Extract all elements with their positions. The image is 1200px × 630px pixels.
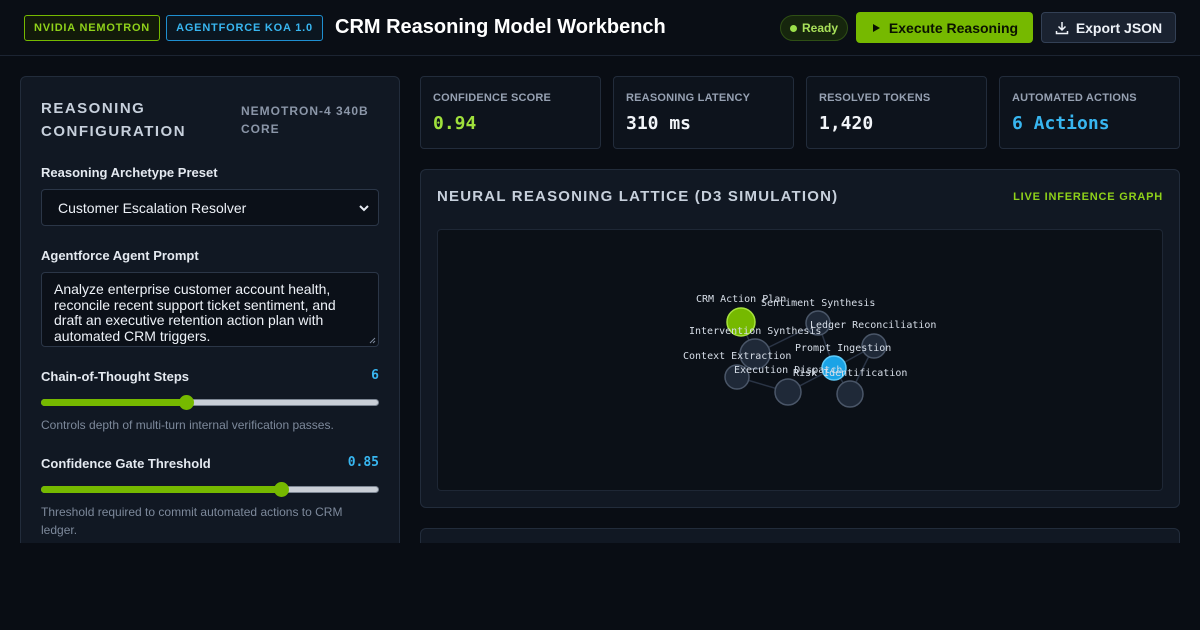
prompt-label: Agentforce Agent Prompt — [41, 248, 199, 263]
status-dot-icon — [789, 24, 797, 32]
metric-card-actions: AUTOMATED ACTIONS 6 Actions — [999, 76, 1180, 149]
status-badge: Ready — [780, 15, 848, 41]
chevron-down-icon — [359, 205, 369, 212]
preset-value: Customer Escalation Resolver — [58, 199, 247, 216]
metric-label: RESOLVED TOKENS — [819, 92, 931, 104]
slider-thumb[interactable] — [179, 395, 195, 410]
reasoning-configuration-panel: REASONING CONFIGURATION NEMOTRON-4 340B … — [20, 76, 400, 576]
metric-card-latency: REASONING LATENCY 310 ms — [613, 76, 794, 149]
graph-node-label: Prompt Ingestion — [795, 343, 891, 354]
metric-value: 6 Actions — [1012, 113, 1110, 134]
graph-node[interactable] — [774, 378, 802, 406]
agentforce-koa-badge: AGENTFORCE KOA 1.0 — [166, 15, 323, 41]
status-text: Ready — [801, 21, 839, 35]
download-icon — [1055, 21, 1069, 34]
metric-label: REASONING LATENCY — [626, 92, 751, 104]
archetype-preset-select[interactable]: Customer Escalation Resolver — [41, 189, 379, 226]
cot-steps-value: 6 — [371, 368, 379, 383]
slider-fill — [41, 399, 187, 406]
metric-value: 310 ms — [626, 113, 692, 134]
cot-steps-hint: Controls depth of multi-turn internal ve… — [41, 418, 334, 432]
cot-steps-label: Chain-of-Thought Steps — [41, 369, 190, 384]
execute-reasoning-button[interactable]: Execute Reasoning — [856, 12, 1033, 43]
export-json-button[interactable]: Export JSON — [1041, 12, 1176, 43]
threshold-hint: Threshold required to commit automated a… — [41, 505, 343, 537]
reasoning-lattice-panel: NEURAL REASONING LATTICE (D3 SIMULATION)… — [420, 169, 1180, 508]
threshold-slider[interactable] — [41, 481, 379, 497]
top-header: NVIDIA NEMOTRON AGENTFORCE KOA 1.0 CRM R… — [0, 0, 1200, 56]
prompt-text: Analyze enterprise customer account heal… — [54, 281, 336, 344]
resize-grip-icon[interactable] — [368, 336, 376, 344]
metric-card-confidence: CONFIDENCE SCORE 0.94 — [420, 76, 601, 149]
metric-value: 1,420 — [819, 113, 874, 134]
page-footer-space — [0, 543, 1200, 630]
threshold-label: Confidence Gate Threshold — [41, 456, 211, 471]
panel-title: REASONING CONFIGURATION — [41, 100, 187, 140]
graph-node-label: Risk Identification — [793, 368, 907, 379]
slider-fill — [41, 486, 281, 493]
graph-node-label: Context Extraction — [683, 351, 791, 362]
slider-thumb[interactable] — [273, 482, 289, 497]
export-json-label: Export JSON — [1075, 19, 1163, 36]
nvidia-nemotron-badge: NVIDIA NEMOTRON — [24, 15, 160, 41]
model-name: NEMOTRON-4 340B CORE — [241, 104, 369, 136]
graph-node-label: Ledger Reconciliation — [810, 320, 936, 331]
graph-node-label: Intervention Synthesis — [689, 326, 821, 337]
graph-svg[interactable]: CRM Action PlanSentiment SynthesisInterv… — [438, 230, 1164, 492]
live-graph-tag: LIVE INFERENCE GRAPH — [1013, 191, 1163, 203]
app-title: CRM Reasoning Model Workbench — [335, 16, 666, 38]
metric-label: CONFIDENCE SCORE — [433, 92, 552, 104]
graph-node-label: Sentiment Synthesis — [761, 298, 875, 309]
threshold-value: 0.85 — [347, 455, 379, 470]
graph-node[interactable] — [836, 380, 864, 408]
agent-prompt-textarea[interactable]: Analyze enterprise customer account heal… — [41, 272, 379, 347]
metric-label: AUTOMATED ACTIONS — [1012, 92, 1137, 104]
metric-card-tokens: RESOLVED TOKENS 1,420 — [806, 76, 987, 149]
cot-steps-slider[interactable] — [41, 394, 379, 410]
preset-label: Reasoning Archetype Preset — [41, 165, 218, 180]
graph-canvas[interactable]: CRM Action Plan Sentiment Synthesis Interv… — [437, 229, 1163, 491]
play-icon — [872, 23, 880, 32]
metric-value: 0.94 — [433, 113, 477, 134]
execute-reasoning-label: Execute Reasoning — [888, 19, 1019, 36]
lattice-title: NEURAL REASONING LATTICE (D3 SIMULATION) — [437, 188, 839, 205]
